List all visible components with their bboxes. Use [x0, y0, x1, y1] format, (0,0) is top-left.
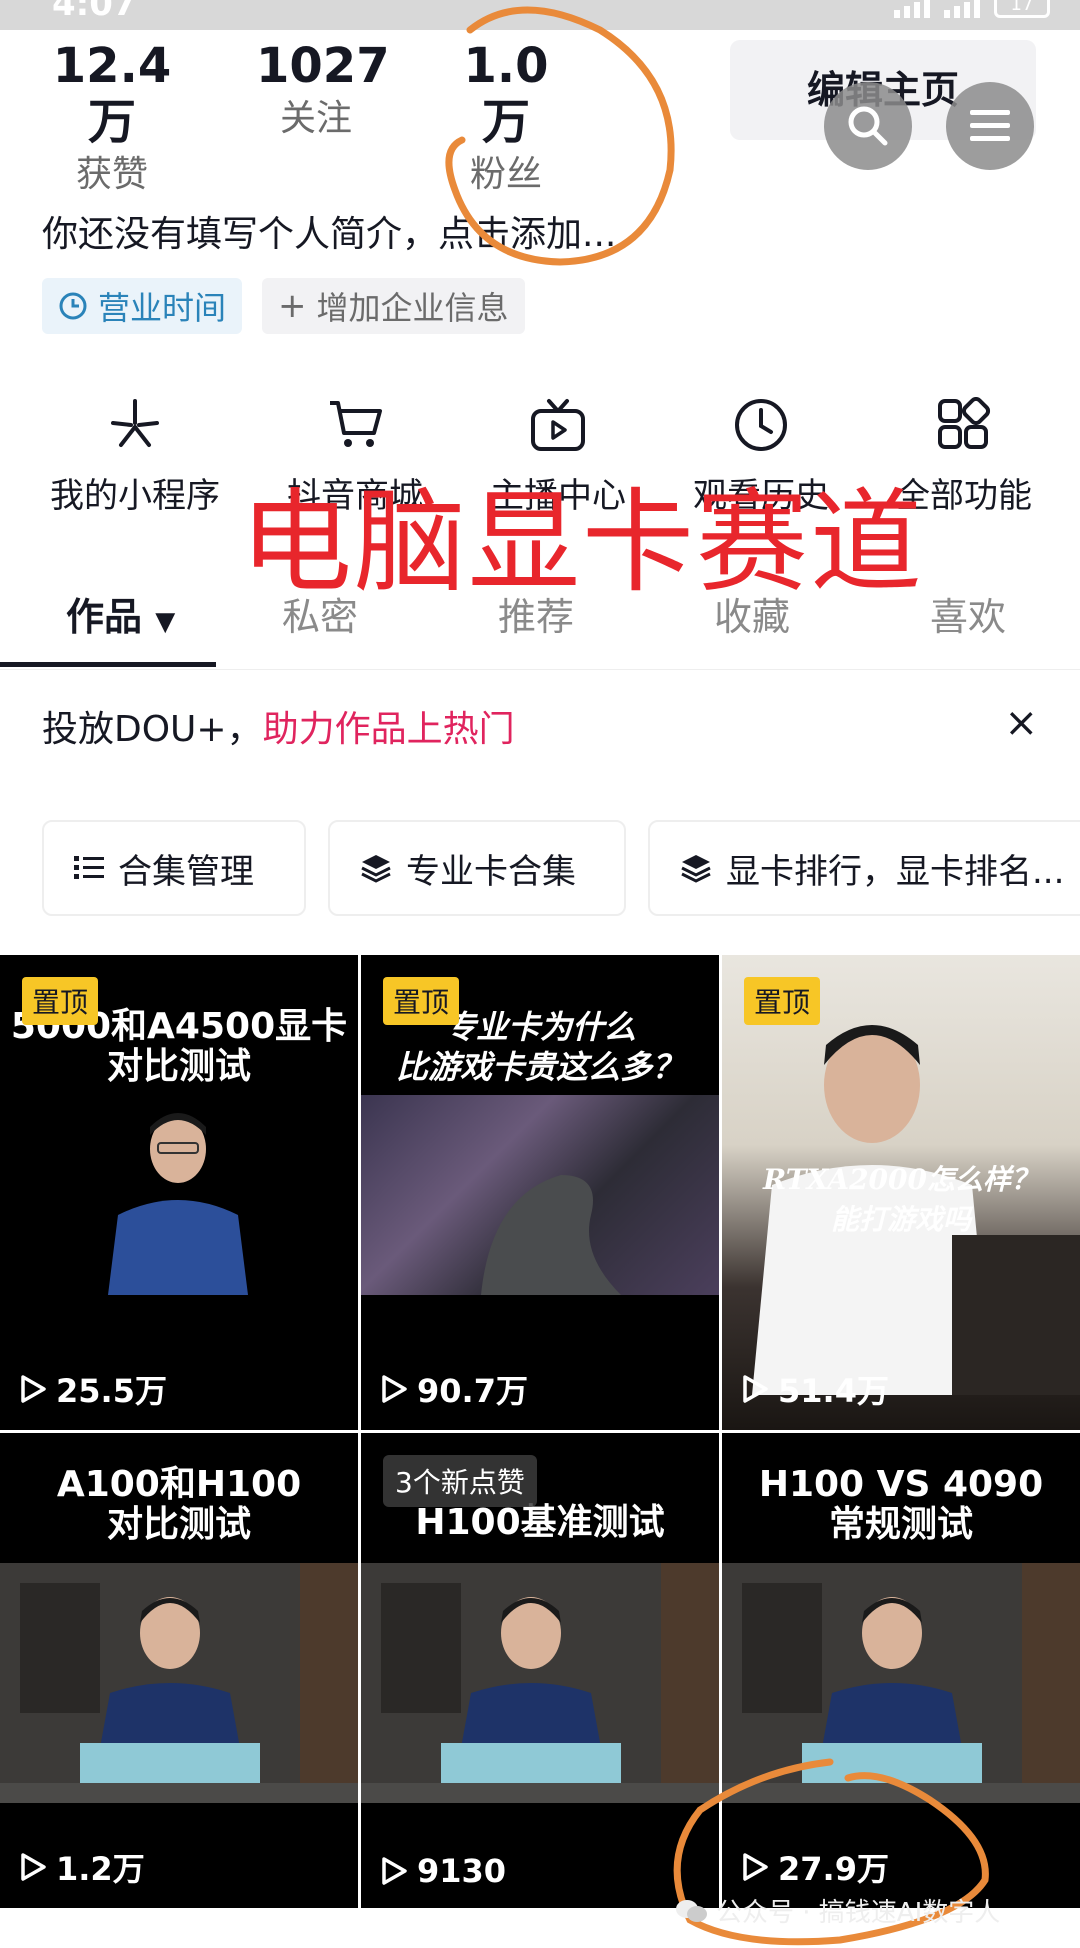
- grid-icon: [938, 397, 991, 449]
- play-icon: [21, 1853, 46, 1881]
- dou-promo-highlight: 助力作品上热门: [262, 709, 515, 750]
- active-tab-indicator: [0, 662, 216, 667]
- collection-label: 显卡排行，显卡排名...: [726, 851, 1065, 892]
- stat-likes-count: 12.4万: [52, 38, 172, 150]
- asterisk-icon: [111, 399, 159, 447]
- watermark: 公众号 · 搞钱速AI数字人: [674, 1892, 1000, 1929]
- stat-following-label: 关注: [279, 98, 352, 139]
- person-silhouette-image: [481, 1175, 621, 1295]
- tab-works-label: 作品: [66, 595, 143, 639]
- content-tabs: 作品 ▼ 私密 推荐 收藏 喜欢: [0, 580, 1080, 670]
- stat-following[interactable]: 1027 关注: [256, 38, 390, 144]
- signal-icon-2: [944, 0, 980, 18]
- status-time: 4:07: [52, 0, 137, 24]
- play-icon: [743, 1853, 768, 1881]
- play-icon: [743, 1375, 768, 1403]
- video-tile[interactable]: RTXA2000怎么样？ 能打游戏吗 置顶 51.4万: [722, 955, 1080, 1430]
- video-tile[interactable]: A100和H100 对比测试 1.2万: [0, 1433, 358, 1908]
- clock-icon: [735, 399, 787, 451]
- stat-following-count: 1027: [256, 38, 390, 94]
- func-mini-programs[interactable]: 我的小程序: [35, 390, 235, 517]
- stat-followers-label: 粉丝: [469, 154, 542, 195]
- tab-works[interactable]: 作品 ▼: [66, 586, 175, 641]
- status-bar: 4:07 17: [0, 0, 1080, 30]
- hamburger-menu-icon: [970, 110, 1010, 141]
- dou-promo[interactable]: 投放DOU+，助力作品上热门: [42, 700, 515, 752]
- pinned-badge: 置顶: [22, 977, 99, 1025]
- view-count-value: 1.2万: [56, 1850, 145, 1888]
- tab-favorites[interactable]: 收藏: [714, 586, 790, 641]
- new-likes-badge: 3个新点赞: [383, 1455, 537, 1507]
- pinned-badge: 置顶: [744, 977, 821, 1025]
- stat-followers-count: 1.0万: [463, 38, 549, 150]
- video-caption: H100基准测试: [415, 1502, 665, 1543]
- view-count: 27.9万: [740, 1844, 889, 1890]
- play-icon: [382, 1857, 407, 1885]
- collection-manage-button[interactable]: 合集管理: [42, 820, 306, 916]
- caret-down-icon: ▼: [155, 607, 176, 637]
- tv-play-icon: [531, 399, 585, 451]
- signal-icon: [894, 0, 930, 18]
- view-count-value: 25.5万: [56, 1372, 167, 1410]
- business-hours-label: 营业时间: [98, 289, 227, 327]
- presenter-studio-image: [361, 1563, 719, 1803]
- view-count: 1.2万: [18, 1844, 145, 1890]
- watermark-text: 公众号 · 搞钱速AI数字人: [716, 1898, 1001, 1928]
- view-count: 51.4万: [740, 1366, 889, 1412]
- video-caption: RTXA2000怎么样？ 能打游戏吗: [763, 1163, 1039, 1236]
- search-icon: [848, 106, 888, 146]
- view-count-value: 9130: [417, 1852, 507, 1890]
- func-label: 我的小程序: [50, 476, 220, 516]
- battery-icon: 17: [994, 0, 1050, 18]
- view-count-value: 51.4万: [778, 1372, 889, 1410]
- presenter-studio-image: [0, 1563, 358, 1803]
- status-icons: 17: [894, 0, 1050, 18]
- stat-likes-label: 获赞: [75, 154, 148, 195]
- video-tile[interactable]: 专业卡为什么 比游戏卡贵这么多？ 置顶 90.7万: [361, 955, 719, 1430]
- play-icon: [21, 1375, 46, 1403]
- presenter-studio-image: [722, 1563, 1080, 1803]
- business-hours-tag[interactable]: 营业时间: [42, 278, 243, 334]
- collection-chip[interactable]: 显卡排行，显卡排名...: [648, 820, 1080, 916]
- view-count: 9130: [379, 1852, 506, 1890]
- video-caption: H100 VS 4090 常规测试: [758, 1464, 1044, 1545]
- layers-icon: [681, 855, 711, 883]
- tab-private[interactable]: 私密: [282, 586, 358, 641]
- video-tile[interactable]: H100 VS 4090 常规测试 27.9万: [722, 1433, 1080, 1908]
- plus-icon: +: [278, 286, 307, 326]
- search-button[interactable]: [824, 82, 912, 170]
- video-grid: 5000和A4500显卡 对比测试 置顶 25.5万 专业卡为什么 比游戏卡贵这…: [0, 955, 1080, 1948]
- layers-icon: [361, 855, 391, 883]
- presenter-image: [108, 1113, 248, 1295]
- profile-stats: 12.4万 获赞 1027 关注 1.0万 粉丝: [0, 38, 700, 195]
- pinned-badge: 置顶: [383, 977, 460, 1025]
- close-icon[interactable]: ×: [1004, 700, 1038, 746]
- list-icon: [74, 856, 104, 879]
- view-count-value: 90.7万: [417, 1372, 528, 1410]
- menu-button[interactable]: [946, 82, 1034, 170]
- video-tile[interactable]: 5000和A4500显卡 对比测试 置顶 25.5万: [0, 955, 358, 1430]
- view-count-value: 27.9万: [778, 1850, 889, 1888]
- add-business-info-label: 增加企业信息: [316, 289, 509, 327]
- stat-likes[interactable]: 12.4万 获赞: [42, 38, 182, 200]
- clock-icon: [59, 292, 87, 320]
- collection-label: 专业卡合集: [406, 851, 576, 892]
- profile-bio[interactable]: 你还没有填写个人简介，点击添加...: [42, 205, 616, 257]
- stat-followers[interactable]: 1.0万 粉丝: [446, 38, 566, 200]
- view-count: 90.7万: [379, 1366, 528, 1412]
- video-caption: A100和H100 对比测试: [56, 1464, 302, 1545]
- play-icon: [382, 1375, 407, 1403]
- wechat-icon: [676, 1899, 707, 1922]
- dou-promo-text: 投放DOU+，: [42, 709, 263, 750]
- tab-likes[interactable]: 喜欢: [930, 586, 1006, 641]
- collection-chip[interactable]: 专业卡合集: [328, 820, 626, 916]
- video-tile[interactable]: H100基准测试 3个新点赞 9130: [361, 1433, 719, 1908]
- collection-label: 合集管理: [118, 851, 254, 892]
- add-business-info-tag[interactable]: + 增加企业信息: [262, 278, 525, 334]
- view-count: 25.5万: [18, 1366, 167, 1412]
- tab-recommend[interactable]: 推荐: [498, 586, 574, 641]
- cart-icon: [330, 401, 382, 447]
